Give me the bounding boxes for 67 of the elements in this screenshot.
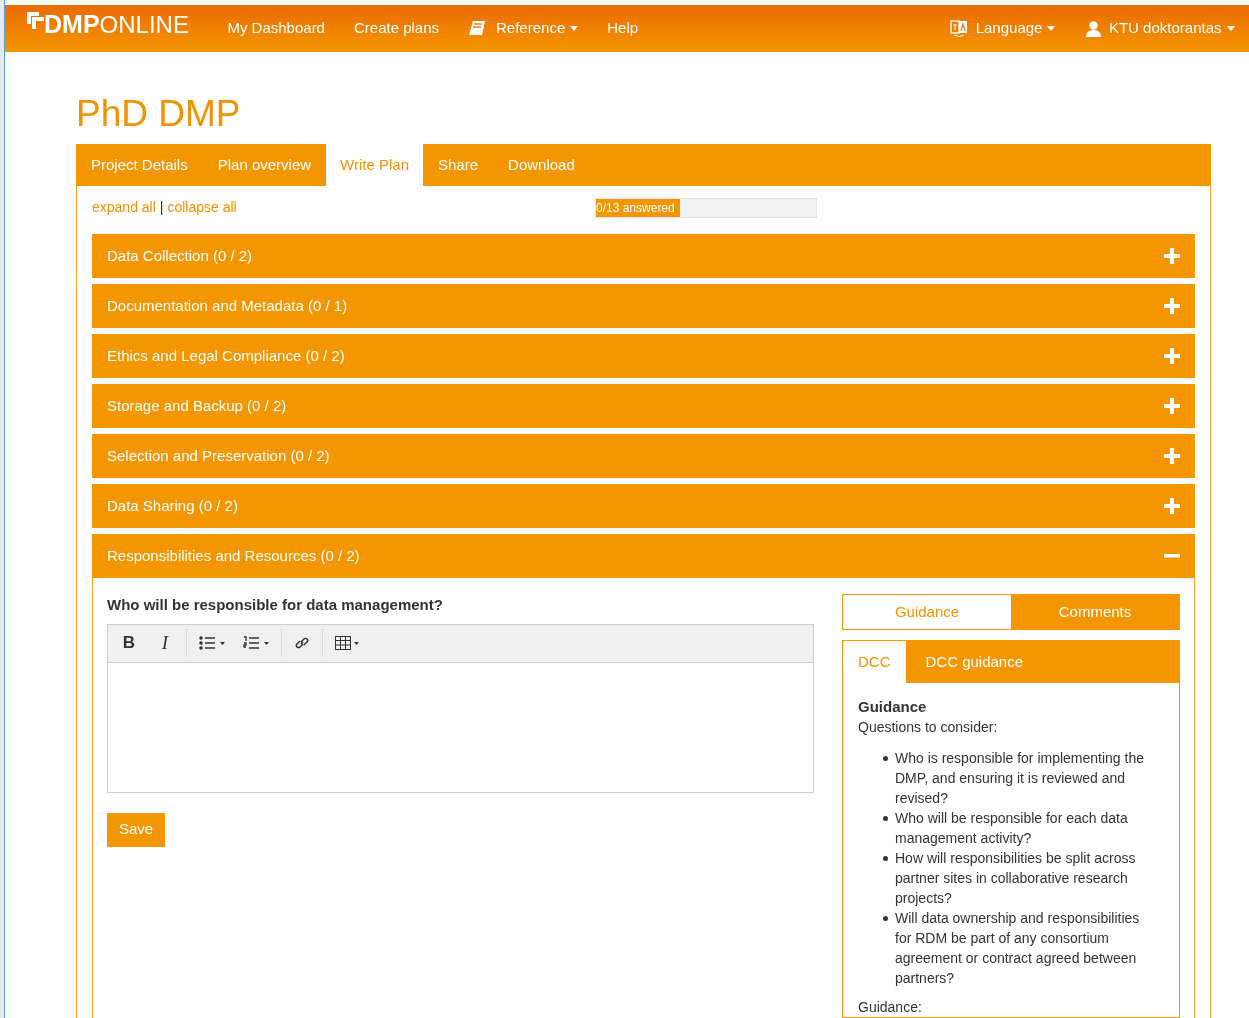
plus-icon (1164, 448, 1180, 464)
tab[interactable]: Project Details (76, 144, 203, 186)
section-header[interactable]: Selection and Preservation (0 / 2) (92, 434, 1195, 478)
guidance-text: Will data ownership and responsibilities for RDM be part of any consortium agreement or contract agreed between partners? (895, 909, 1141, 988)
table-icon (335, 636, 361, 650)
tab[interactable]: Download (493, 144, 590, 186)
guidance-heading: Guidance (858, 697, 927, 717)
book-icon (468, 20, 487, 37)
plus-icon (1164, 348, 1180, 364)
caret-icon (1047, 26, 1056, 31)
section-title: Responsibilities and Resources (0 / 2) (107, 545, 361, 566)
caret-icon (1226, 26, 1235, 31)
caret-icon (570, 26, 579, 31)
progress-label: 0/13 answered (596, 200, 675, 215)
separator-text: | (159, 198, 164, 217)
numbered-list-icon (243, 636, 269, 650)
section-title: Ethics and Legal Compliance (0 / 2) (107, 345, 346, 366)
guidance-text: Questions to consider: (858, 718, 998, 737)
section-header[interactable]: Storage and Backup (0 / 2) (92, 384, 1195, 428)
save-button[interactable]: Save (107, 812, 165, 847)
bullet-icon (883, 756, 888, 761)
bullet-icon (883, 856, 888, 861)
tab[interactable]: Share (423, 144, 494, 186)
tab[interactable]: Write Plan (326, 144, 423, 186)
plus-icon (1164, 248, 1180, 264)
section-title: Data Collection (0 / 2) (107, 245, 254, 266)
page-title: PhD DMP (76, 95, 241, 132)
section-header[interactable]: Data Collection (0 / 2) (92, 234, 1195, 278)
section-header[interactable]: Documentation and Metadata (0 / 1) (92, 284, 1195, 328)
section-title: Documentation and Metadata (0 / 1) (107, 295, 349, 316)
user-icon (1085, 20, 1101, 37)
tab[interactable]: Plan overview (202, 144, 327, 186)
section-header[interactable]: Responsibilities and Resources (0 / 2) (92, 534, 1195, 578)
nav-link[interactable]: Help (592, 5, 653, 52)
italic-button[interactable]: I (147, 625, 183, 661)
plus-icon (1164, 298, 1180, 314)
nav-link[interactable]: Language (933, 5, 1070, 52)
link-icon (294, 635, 310, 651)
nav-link[interactable]: My Dashboard (212, 5, 340, 52)
guidance-text: Who is responsible for implementing the DMP, and ensuring it is reviewed and revised? (895, 749, 1145, 808)
expand-all-link[interactable]: expand all (92, 197, 156, 218)
section-title: Storage and Backup (0 / 2) (107, 395, 288, 416)
collapse-all-link[interactable]: collapse all (167, 197, 237, 218)
tab[interactable]: Comments (1011, 595, 1179, 629)
section-header[interactable]: Ethics and Legal Compliance (0 / 2) (92, 334, 1195, 378)
guidance-text: Guidance: (858, 998, 922, 1017)
tab[interactable]: DCC (843, 641, 906, 683)
translate-icon (949, 19, 968, 38)
nav-link[interactable]: Create plans (339, 5, 454, 52)
bold-button[interactable]: B (111, 625, 147, 661)
section-title: Selection and Preservation (0 / 2) (107, 445, 331, 466)
logo-text: DMP (44, 12, 100, 37)
bullet-icon (883, 916, 888, 921)
section-title: Data Sharing (0 / 2) (107, 495, 239, 516)
minus-icon (1164, 554, 1180, 558)
section-header[interactable]: Data Sharing (0 / 2) (92, 484, 1195, 528)
guidance-text: Who will be responsible for each data management activity? (895, 809, 1129, 848)
bullet-list-icon (199, 636, 225, 650)
plus-icon (1164, 498, 1180, 514)
logo-text: ONLINE (99, 13, 189, 37)
bullet-icon (883, 816, 888, 821)
nav-link[interactable]: Reference (453, 5, 593, 52)
question-text: Who will be responsible for data management? (107, 595, 443, 615)
guidance-text: How will responsibilities be split across partner sites in collaborative research projects? (895, 849, 1137, 908)
logo-mark-icon (27, 12, 44, 29)
plus-icon (1164, 398, 1180, 414)
nav-link[interactable]: KTU doktorantas (1069, 5, 1249, 52)
